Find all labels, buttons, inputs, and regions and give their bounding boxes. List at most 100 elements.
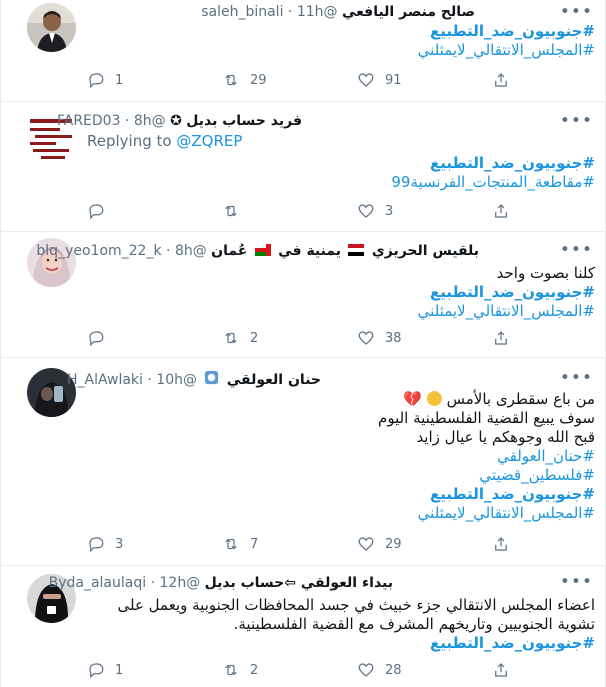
reply-icon (89, 663, 104, 679)
tweet-header: صالح منصر اليافعي @saleh_binali · 11h (201, 4, 475, 20)
share-button[interactable] (492, 661, 510, 679)
retweet-button[interactable] (222, 202, 250, 220)
tweet[interactable]: فريد حساب بديل ✪ @FARED03 · 8h ••• Reply… (1, 102, 605, 232)
share-button[interactable] (492, 535, 510, 553)
text-line: اعضاء المجلس الانتقالي جزء خبيث في جسد ا… (117, 596, 596, 614)
retweet-icon (225, 205, 237, 217)
more-options-icon[interactable]: ••• (560, 111, 593, 131)
hashtag[interactable]: #مقاطعة_المنتجات_الفرنسية99 (95, 173, 595, 192)
tweet[interactable]: حنان العولقي @H_AlAwlaki · 10h ••• من با… (1, 358, 605, 566)
display-name[interactable]: بلقيس الحريزي (372, 243, 479, 259)
display-name[interactable]: بيداء العولقي ⇦حساب بديل (205, 575, 393, 591)
more-options-icon[interactable]: ••• (560, 368, 593, 388)
retweet-icon (225, 538, 237, 550)
like-button[interactable]: 29 (357, 535, 402, 553)
hashtag[interactable]: #جنوبيون_ضد_التطبيع (95, 22, 595, 41)
share-button[interactable] (492, 329, 510, 347)
reply-button[interactable]: 3 (87, 535, 123, 553)
like-button[interactable]: 91 (357, 71, 402, 89)
verified-square-icon (205, 370, 219, 385)
hashtag[interactable]: #حنان_العولقي (95, 447, 595, 466)
share-icon (495, 537, 507, 551)
text-line: قبح الله وجوهكم يا عيال زايد (416, 428, 595, 446)
tweet-actions: 2 38 (87, 329, 547, 349)
display-name[interactable]: فريد حساب بديل (186, 113, 302, 129)
tweet-actions: 1 29 91 (87, 71, 547, 91)
retweet-icon (225, 664, 237, 676)
tweet-header: بلقيس الحريزي يمنية في عُمان @blq_yeo1om… (36, 243, 479, 259)
reply-count: 1 (115, 662, 124, 678)
retweet-button[interactable]: 29 (222, 71, 267, 89)
heart-icon (358, 537, 374, 551)
hashtag[interactable]: #المجلس_الانتقالي_لايمثلني (95, 504, 595, 523)
like-button[interactable]: 38 (357, 329, 402, 347)
timestamp[interactable]: 11h (297, 4, 324, 20)
heart-icon (358, 663, 374, 677)
tweet-actions: 3 (87, 202, 547, 222)
avatar[interactable] (27, 3, 76, 52)
reply-button[interactable] (87, 202, 115, 220)
badge-icon: ✪ (170, 113, 182, 129)
more-options-icon[interactable]: ••• (560, 240, 593, 260)
display-name[interactable]: صالح منصر اليافعي (342, 4, 475, 20)
tweet-actions: 1 2 28 (87, 661, 547, 681)
like-count: 91 (385, 72, 402, 88)
reply-icon (89, 73, 104, 89)
retweet-count: 7 (250, 536, 259, 552)
hashtag[interactable]: #فلسطين_قضيتي (95, 466, 595, 485)
oman-flag-icon (254, 244, 271, 256)
like-count: 28 (385, 662, 402, 678)
tweet-text: #جنوبيون_ضد_التطبيع #المجلس_الانتقالي_لا… (95, 22, 595, 60)
reply-button[interactable]: 1 (87, 71, 123, 89)
tweet-header: بيداء العولقي ⇦حساب بديل @Byda_alaulaqi … (48, 575, 393, 591)
share-button[interactable] (492, 71, 510, 89)
hashtag[interactable]: #المجلس_الانتقالي_لايمثلني (95, 302, 595, 321)
timestamp[interactable]: 10h (156, 372, 183, 388)
more-options-icon[interactable]: ••• (560, 572, 593, 592)
timestamp[interactable]: 12h (160, 575, 187, 591)
tweet[interactable]: بيداء العولقي ⇦حساب بديل @Byda_alaulaqi … (1, 566, 605, 687)
hashtag[interactable]: #جنوبيون_ضد_التطبيع (95, 154, 595, 173)
replying-handle[interactable]: @ZQREP (176, 132, 242, 150)
tweet[interactable]: صالح منصر اليافعي @saleh_binali · 11h ••… (1, 0, 605, 102)
timestamp[interactable]: 8h (175, 243, 193, 259)
share-button[interactable] (492, 202, 510, 220)
like-button[interactable]: 28 (357, 661, 402, 679)
text-line: تشوية الجنوبيين وتاريخهم المشرف مع القضي… (233, 615, 595, 633)
hashtag[interactable]: #جنوبيون_ضد_التطبيع (95, 283, 595, 302)
reply-icon (89, 331, 104, 347)
hashtag[interactable]: #المجلس_الانتقالي_لايمثلني (95, 41, 595, 60)
retweet-button[interactable]: 7 (222, 535, 258, 553)
retweet-count: 2 (250, 330, 259, 346)
share-icon (495, 331, 507, 345)
heart-icon (358, 204, 374, 218)
heart-icon (358, 331, 374, 345)
reply-icon (89, 204, 104, 220)
retweet-button[interactable]: 2 (222, 329, 258, 347)
like-button[interactable]: 3 (357, 202, 393, 220)
tweet-actions: 3 7 29 (87, 535, 547, 555)
replying-label: Replying to (87, 132, 172, 150)
reply-button[interactable] (87, 329, 115, 347)
like-count: 3 (385, 203, 394, 219)
retweet-icon (225, 332, 237, 344)
more-options-icon[interactable]: ••• (560, 2, 593, 22)
display-name-suffix: عُمان (211, 243, 248, 259)
timeline-feed: صالح منصر اليافعي @saleh_binali · 11h ••… (0, 0, 606, 687)
share-icon (495, 73, 507, 87)
crying-face-icon (426, 391, 442, 406)
tweet-header: حنان العولقي @H_AlAwlaki · 10h (67, 370, 321, 388)
reply-button[interactable]: 1 (87, 661, 123, 679)
tweet[interactable]: بلقيس الحريزي يمنية في عُمان @blq_yeo1om… (1, 232, 605, 358)
timestamp[interactable]: 8h (134, 113, 152, 129)
tweet-text: اعضاء المجلس الانتقالي جزء خبيث في جسد ا… (85, 596, 596, 653)
heart-icon (358, 73, 374, 87)
reply-icon (89, 537, 104, 553)
retweet-count: 2 (250, 662, 259, 678)
display-name[interactable]: حنان العولقي (227, 372, 321, 388)
retweet-button[interactable]: 2 (222, 661, 258, 679)
hashtag[interactable]: #جنوبيون_ضد_التطبيع (85, 634, 595, 653)
reply-count: 1 (115, 72, 124, 88)
hashtag[interactable]: #جنوبيون_ضد_التطبيع (95, 485, 595, 504)
retweet-count: 29 (250, 72, 267, 88)
